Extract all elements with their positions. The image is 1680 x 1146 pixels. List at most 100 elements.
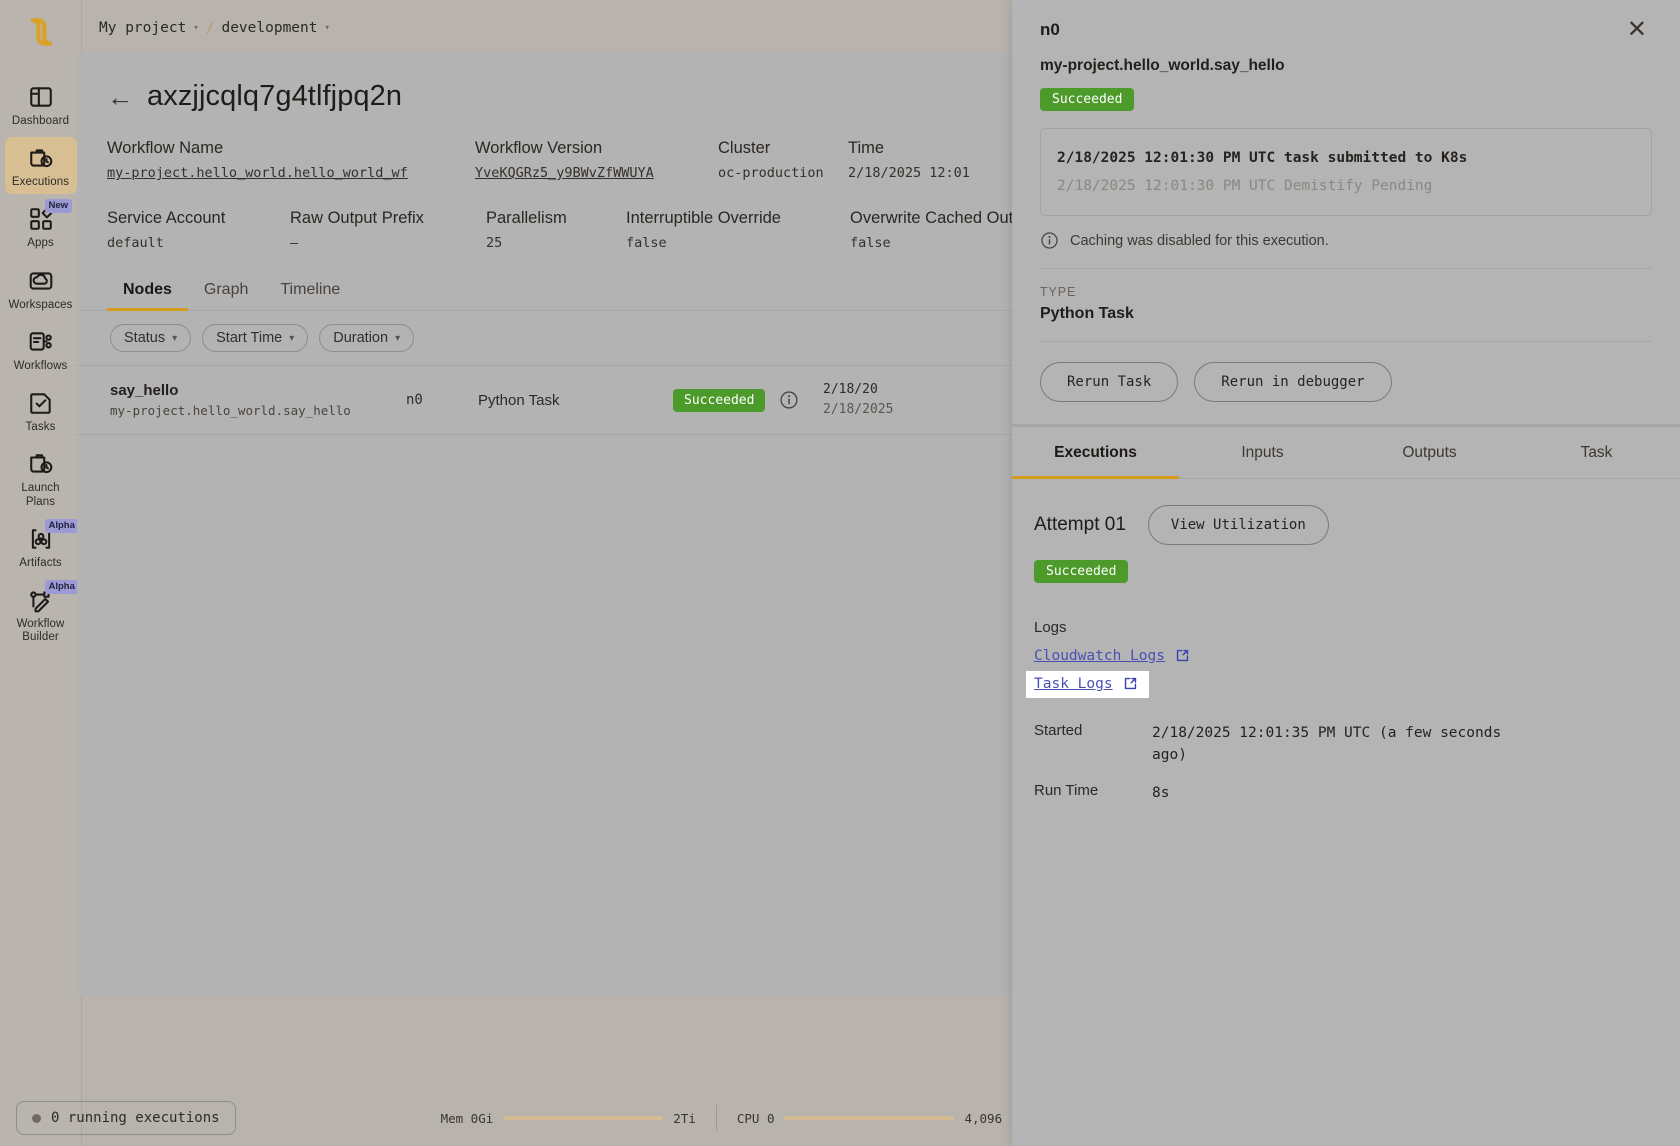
tab-graph[interactable]: Graph (188, 275, 264, 311)
sidebar-item-launch-plans[interactable]: LaunchPlans (5, 443, 77, 513)
filter-label: Start Time (216, 330, 282, 346)
meta-raw-output-prefix: Raw Output Prefix – (290, 209, 486, 251)
sidebar-item-workflow-builder[interactable]: AlphaWorkflowBuilder (5, 579, 77, 649)
sidebar-item-tasks[interactable]: Tasks (5, 382, 77, 439)
sidebar-item-label: Artifacts (19, 557, 61, 570)
type-label: TYPE (1040, 285, 1652, 299)
chevron-down-icon[interactable]: ▾ (193, 23, 198, 33)
gauge-cpu-max: 4,096 (964, 1111, 1002, 1126)
meta-cluster: Clusteroc-production (718, 139, 848, 181)
filter-start-time[interactable]: Start Time ▾ (202, 324, 308, 352)
breadcrumb-domain[interactable]: development (221, 20, 317, 36)
status-bar: 0 running executions Mem 0Gi 2Ti CPU 0 4… (0, 1090, 1011, 1146)
sidebar-item-dashboard[interactable]: Dashboard (5, 76, 77, 133)
started-value: 2/18/2025 12:01:35 PM UTC (a few seconds… (1152, 722, 1512, 767)
sidebar-item-label: Workspaces (8, 299, 72, 312)
logs-label: Logs (1034, 619, 1652, 636)
drawer-body: Attempt 01 View Utilization Succeeded Lo… (1012, 479, 1680, 804)
workspaces-icon (26, 266, 56, 296)
runtime-row: Run Time 8s (1034, 782, 1652, 804)
meta-value[interactable]: YveKQGRz5_y9BWvZfWWUYA (475, 165, 718, 181)
node-type: Python Task (478, 392, 673, 409)
info-circle-icon (1040, 231, 1059, 250)
gauge-mem-bar (503, 1116, 663, 1120)
sidebar-badge: Alpha (45, 580, 79, 594)
drawer-tab-task[interactable]: Task (1513, 427, 1680, 479)
sidebar-item-label: Tasks (26, 421, 56, 434)
sidebar-item-artifacts[interactable]: Alpha Artifacts (5, 518, 77, 575)
cache-note: Caching was disabled for this execution. (1040, 231, 1652, 250)
external-link-icon-2 (1122, 675, 1139, 692)
node-detail-drawer: n0 ✕ my-project.hello_world.say_hello Su… (1012, 0, 1680, 1146)
runtime-value: 8s (1152, 782, 1169, 804)
gauge-divider (716, 1105, 717, 1131)
drawer-tab-inputs[interactable]: Inputs (1179, 427, 1346, 479)
close-icon[interactable]: ✕ (1622, 20, 1652, 41)
node-id: n0 (406, 392, 478, 408)
app-logo-icon[interactable] (19, 10, 63, 54)
filter-status[interactable]: Status▾ (110, 324, 191, 352)
node-time: 2/18/202/18/2025 (823, 380, 893, 420)
drawer-header: n0 ✕ my-project.hello_world.say_hello Su… (1012, 0, 1680, 424)
meta-value: false (626, 235, 850, 251)
filter-duration[interactable]: Duration▾ (319, 324, 414, 352)
rerun-task-button[interactable]: Rerun Task (1040, 362, 1178, 402)
drawer-tab-outputs[interactable]: Outputs (1346, 427, 1513, 479)
chevron-down-icon-2[interactable]: ▾ (325, 23, 330, 33)
node-subtitle: my-project.hello_world.say_hello (110, 403, 406, 418)
sidebar-item-label: Apps (27, 237, 54, 250)
gauge-mem: Mem 0Gi 2Ti (441, 1111, 696, 1126)
sidebar-item-workspaces[interactable]: Workspaces (5, 260, 77, 317)
meta-key: Interruptible Override (626, 209, 850, 228)
task-logs-label: Task Logs (1034, 676, 1113, 692)
cloudwatch-logs-label: Cloudwatch Logs (1034, 648, 1165, 664)
page-title: axzjjcqlq7g4tlfjpq2n (147, 80, 402, 113)
meta-key: Raw Output Prefix (290, 209, 486, 228)
drawer-tab-executions[interactable]: Executions (1012, 427, 1179, 479)
attempt-status-badge: Succeeded (1034, 560, 1128, 583)
tab-nodes[interactable]: Nodes (107, 275, 188, 311)
sidebar-badge: Alpha (45, 519, 79, 533)
workflows-icon (26, 327, 56, 357)
drawer-log-preview: 2/18/2025 12:01:30 PM UTC task submitted… (1040, 128, 1652, 217)
meta-key: Service Account (107, 209, 290, 228)
back-arrow-icon[interactable]: ← (107, 84, 133, 110)
status-badge: Succeeded (673, 389, 765, 412)
gauge-mem-label: Mem 0Gi (441, 1111, 494, 1126)
meta-service-account: Service Accountdefault (107, 209, 290, 251)
sidebar-item-apps[interactable]: New Apps (5, 198, 77, 255)
meta-workflow-version: Workflow VersionYveKQGRz5_y9BWvZfWWUYA (475, 139, 718, 181)
view-utilization-button[interactable]: View Utilization (1148, 505, 1329, 545)
attempt-header: Attempt 01 View Utilization (1034, 505, 1652, 545)
type-value: Python Task (1040, 305, 1652, 323)
chevron-down-icon: ▾ (289, 333, 294, 344)
meta-key: Workflow Name (107, 139, 475, 158)
cache-note-text: Caching was disabled for this execution. (1070, 233, 1329, 249)
filter-label: Status (124, 330, 165, 346)
meta-key: Cluster (718, 139, 848, 158)
breadcrumb-project[interactable]: My project (99, 20, 186, 36)
rerun-in-debugger-button[interactable]: Rerun in debugger (1194, 362, 1391, 402)
sidebar-badge: New (45, 199, 73, 213)
launch-plans-icon (26, 449, 56, 479)
meta-value[interactable]: my-project.hello_world.hello_world_wf (107, 165, 475, 181)
sidebar-item-workflows[interactable]: Workflows (5, 321, 77, 378)
cloudwatch-logs-link[interactable]: Cloudwatch Logs (1034, 647, 1191, 664)
drawer-title: n0 (1040, 20, 1060, 40)
external-link-icon (1174, 647, 1191, 664)
sidebar-item-executions[interactable]: Executions (5, 137, 77, 194)
meta-value: – (290, 235, 486, 251)
running-executions-button[interactable]: 0 running executions (16, 1101, 236, 1135)
sidebar-item-label: Workflows (14, 360, 68, 373)
sidebar-item-label: LaunchPlans (21, 482, 59, 508)
gauge-cpu-bar (784, 1116, 954, 1120)
tab-timeline[interactable]: Timeline (264, 275, 356, 311)
drawer-subtitle: my-project.hello_world.say_hello (1040, 57, 1652, 75)
started-key: Started (1034, 722, 1152, 767)
task-logs-link[interactable]: Task Logs (1034, 675, 1139, 692)
meta-interruptible-override: Interruptible Override false (626, 209, 850, 251)
runtime-key: Run Time (1034, 782, 1152, 804)
log-line-1: 2/18/2025 12:01:30 PM UTC task submitted… (1057, 144, 1635, 172)
info-icon[interactable] (779, 390, 799, 410)
meta-workflow-name: Workflow Name my-project.hello_world.hell… (107, 139, 475, 181)
